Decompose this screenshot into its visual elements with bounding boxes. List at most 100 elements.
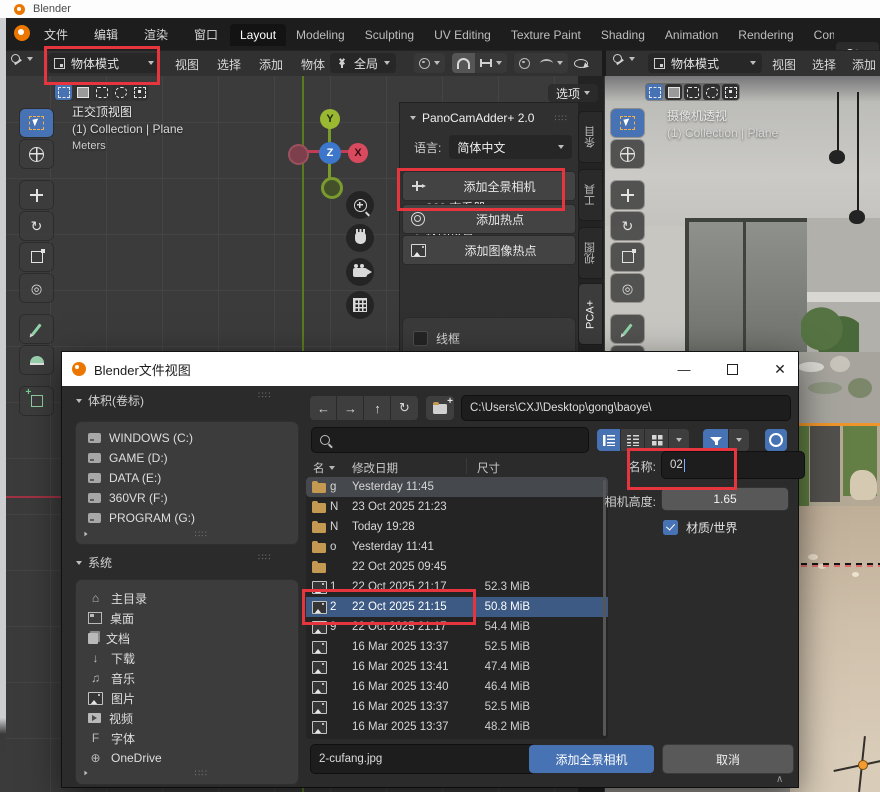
system-item[interactable]: ♫ 音乐	[76, 668, 298, 688]
volume-item[interactable]: PROGRAM (G:)	[76, 508, 298, 528]
snap-toggle-button[interactable]	[452, 53, 475, 73]
editor-type-selector-left[interactable]	[10, 53, 33, 65]
header-menu-item[interactable]: 添加	[852, 56, 876, 73]
language-dropdown[interactable]: 简体中文	[449, 135, 572, 159]
editor-type-selector-right[interactable]	[612, 53, 635, 65]
menu-item[interactable]: 文件	[42, 24, 70, 45]
file-row[interactable]: 16 Mar 2025 13:40 46.4 MiB	[306, 677, 608, 697]
tool-button[interactable]	[20, 243, 53, 271]
tool-button[interactable]	[20, 140, 53, 168]
file-row[interactable]: 16 Mar 2025 13:37 52.5 MiB	[306, 697, 608, 717]
file-row[interactable]: N Today 19:28	[306, 517, 608, 537]
volume-item[interactable]: GAME (D:)	[76, 448, 298, 468]
menu-item[interactable]: 渲染	[142, 24, 170, 45]
column-size[interactable]: 尺寸	[477, 460, 500, 476]
system-item[interactable]: 文档	[76, 628, 298, 648]
select-mode-button[interactable]	[646, 84, 663, 100]
up-button[interactable]: ↑	[364, 396, 391, 420]
gizmo-negative-x[interactable]	[288, 144, 309, 165]
file-row[interactable]: 16 Mar 2025 13:37 48.2 MiB	[306, 717, 608, 737]
pan-button[interactable]	[346, 224, 374, 252]
tool-button[interactable]	[611, 181, 644, 209]
collapse-chevron[interactable]: ∧	[776, 774, 783, 785]
volume-item[interactable]: 360VR (F:)	[76, 488, 298, 508]
tool-button[interactable]	[611, 212, 644, 240]
volume-item[interactable]: DATA (E:)	[76, 468, 298, 488]
gizmo-y-ball[interactable]: Y	[320, 109, 340, 129]
add-image-hotspot-button[interactable]: 添加图像热点	[403, 236, 575, 264]
system-item[interactable]: ⌂ 主目录	[76, 588, 298, 608]
header-menu-item[interactable]: 选择	[812, 56, 836, 73]
zoom-button[interactable]	[346, 191, 374, 219]
close-button[interactable]: ✕	[758, 352, 802, 386]
workspace-tab[interactable]: Texture Paint	[501, 24, 591, 46]
select-mode-button[interactable]	[93, 84, 110, 100]
list-view-button[interactable]	[597, 429, 621, 451]
path-field[interactable]: C:\Users\CXJ\Desktop\gong\baoye\	[462, 396, 790, 420]
system-item[interactable]: 视频	[76, 708, 298, 728]
system-item[interactable]: F 字体	[76, 728, 298, 748]
select-mode-button[interactable]	[722, 84, 739, 100]
new-folder-button[interactable]	[426, 396, 454, 420]
filename-input[interactable]: 2-cufang.jpg	[311, 745, 535, 773]
tool-button[interactable]	[611, 315, 644, 343]
file-row[interactable]: 16 Mar 2025 13:41 47.4 MiB	[306, 657, 608, 677]
workspace-tab[interactable]: UV Editing	[424, 24, 501, 46]
expand-arrow-icon[interactable]	[84, 771, 87, 776]
blender-menu-icon[interactable]	[14, 25, 30, 41]
camera-height-field[interactable]: 1.65	[662, 488, 788, 510]
workspace-tab[interactable]: Rendering	[728, 24, 803, 46]
maximize-button[interactable]	[710, 352, 754, 386]
column-date[interactable]: 修改日期	[352, 460, 398, 476]
refresh-button[interactable]: ↻	[391, 396, 418, 420]
orientation-dropdown[interactable]: 全局	[330, 53, 396, 73]
tool-button[interactable]	[611, 243, 644, 271]
back-button[interactable]: ←	[310, 396, 337, 420]
gizmo-z-ball[interactable]: Z	[319, 142, 341, 164]
expand-arrow-icon[interactable]	[84, 532, 87, 537]
npanel-tab[interactable]: PCA+	[579, 284, 602, 344]
system-item[interactable]: ⊕ OneDrive	[76, 748, 298, 768]
system-section-header[interactable]: 系统	[76, 554, 112, 571]
file-row[interactable]: N 23 Oct 2025 21:23	[306, 497, 608, 517]
select-mode-button[interactable]	[55, 84, 72, 100]
header-menu-item[interactable]: 视图	[772, 56, 796, 73]
header-menu-item[interactable]: 视图	[175, 56, 199, 73]
file-row[interactable]: g Yesterday 11:45	[306, 477, 608, 497]
minimize-button[interactable]: —	[662, 352, 706, 386]
workspace-tab[interactable]: Compositi	[804, 24, 834, 46]
gizmo-negative-y[interactable]	[321, 177, 343, 199]
falloff-button[interactable]	[535, 53, 568, 73]
wireframe-checkbox[interactable]	[413, 331, 428, 346]
panel-resize-grip[interactable]	[195, 529, 208, 540]
system-item[interactable]: 图片	[76, 688, 298, 708]
tool-button[interactable]	[20, 181, 53, 209]
panel-grip[interactable]	[555, 113, 568, 124]
gizmo-x-ball[interactable]: X	[348, 143, 368, 163]
tool-button[interactable]	[20, 315, 53, 343]
proportional-edit-button[interactable]	[514, 53, 535, 73]
select-mode-button[interactable]	[665, 84, 682, 100]
select-mode-button[interactable]	[131, 84, 148, 100]
npanel-tab[interactable]: 条目	[579, 112, 602, 162]
workspace-tab[interactable]: Modeling	[286, 24, 355, 46]
options-dropdown[interactable]: 选项	[548, 84, 598, 102]
search-field[interactable]	[312, 428, 588, 452]
workspace-tab[interactable]: Animation	[655, 24, 728, 46]
file-row[interactable]: o Yesterday 11:41	[306, 537, 608, 557]
header-menu-item[interactable]: 选择	[217, 56, 241, 73]
select-mode-button[interactable]	[112, 84, 129, 100]
panel-resize-grip[interactable]	[195, 768, 208, 779]
cancel-button[interactable]: 取消	[663, 745, 793, 773]
column-divider[interactable]	[466, 458, 467, 474]
npanel-tab[interactable]: 工具	[579, 170, 602, 220]
tool-button[interactable]	[20, 274, 53, 302]
workspace-tab[interactable]: Shading	[591, 24, 655, 46]
select-mode-button[interactable]	[74, 84, 91, 100]
select-mode-button[interactable]	[703, 84, 720, 100]
tool-button[interactable]	[611, 274, 644, 302]
workspace-tab[interactable]: Sculpting	[355, 24, 424, 46]
file-row[interactable]: 16 Mar 2025 13:37 52.5 MiB	[306, 637, 608, 657]
header-menu-item[interactable]: 添加	[259, 56, 283, 73]
mode-dropdown-right[interactable]: 物体模式	[648, 53, 762, 73]
